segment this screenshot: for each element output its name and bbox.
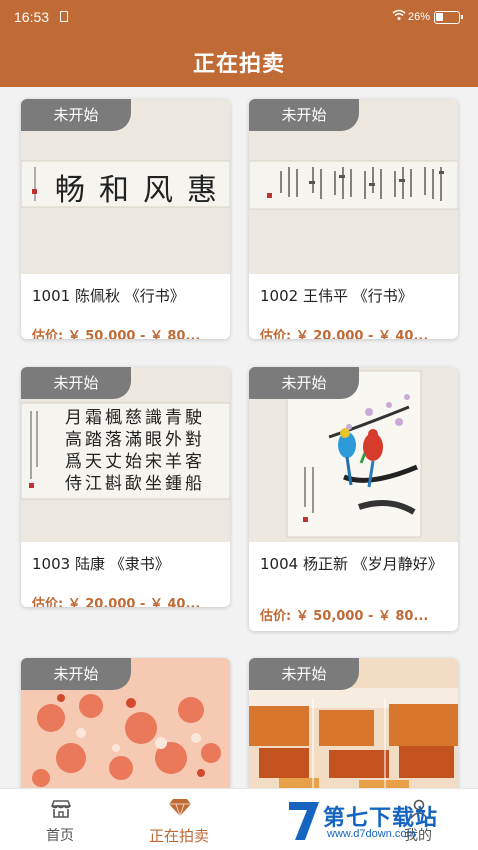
status-badge: 未开始 xyxy=(249,658,359,690)
auction-card[interactable]: 未开始 1002 王伟平 《行书》 估价: ￥ 20,000 - ￥ 40... xyxy=(249,99,458,339)
status-badge: 未开始 xyxy=(21,99,131,131)
watermark-logo-icon xyxy=(289,802,319,840)
auction-card[interactable]: 月霜楓慈識青駛 高踏落滿眼外對 爲天丈始宋羊客 侍江斟歃坐鍾船 未开始 1003… xyxy=(21,367,230,607)
lot-title: 1004 杨正新 《岁月静好》 xyxy=(260,555,443,573)
auction-card[interactable]: 惠风和畅 未开始 1001 陈佩秋 《行书》 估价: ￥ 50,000 - ￥ … xyxy=(21,99,230,339)
lot-estimate: 估价: ￥ 50,000 - ￥ 80... xyxy=(260,609,429,624)
shop-icon xyxy=(50,799,72,819)
status-badge: 未开始 xyxy=(21,658,131,690)
auction-card[interactable]: 未开始 1004 杨正新 《岁月静好》 估价: ￥ 50,000 - ￥ 80.… xyxy=(249,367,458,631)
lot-title: 1003 陆康 《隶书》 xyxy=(32,555,170,573)
status-bar: 16:53 26% xyxy=(0,0,478,36)
status-badge: 未开始 xyxy=(21,367,131,399)
auction-grid: 惠风和畅 未开始 1001 陈佩秋 《行书》 估价: ￥ 50,000 - ￥ … xyxy=(0,87,478,788)
app-header: 16:53 26% 正在拍卖 xyxy=(0,0,478,87)
lot-estimate: 估价: ￥ 20,000 - ￥ 40... xyxy=(32,597,201,607)
auction-card[interactable]: 未开始 xyxy=(21,658,230,788)
battery-icon xyxy=(434,11,463,24)
calligraphy-text: 月霜楓慈識青駛 高踏落滿眼外對 爲天丈始宋羊客 侍江斟歃坐鍾船 xyxy=(65,408,205,494)
lot-title: 1002 王伟平 《行书》 xyxy=(260,287,413,305)
sim-icon xyxy=(60,11,68,22)
status-time: 16:53 xyxy=(14,9,50,25)
page-title: 正在拍卖 xyxy=(192,52,285,77)
battery-level: 26% xyxy=(408,11,431,23)
tab-auction[interactable]: 正在拍卖 xyxy=(119,789,239,850)
tab-label: 正在拍卖 xyxy=(148,827,209,845)
tab-home[interactable]: 首页 xyxy=(0,789,120,850)
lot-title: 1001 陈佩秋 《行书》 xyxy=(32,287,185,305)
lot-estimate: 估价: ￥ 20,000 - ￥ 40... xyxy=(260,329,429,339)
calligraphy-text: 惠风和畅 xyxy=(55,173,230,208)
auction-card[interactable]: 未开始 xyxy=(249,658,458,788)
status-badge: 未开始 xyxy=(249,99,359,131)
watermark-url: www.d7down.com xyxy=(327,828,416,840)
tab-label: 首页 xyxy=(46,828,74,844)
site-watermark: 第七下载站 www.d7down.com xyxy=(283,796,473,846)
status-badge: 未开始 xyxy=(249,367,359,399)
lot-estimate: 估价: ￥ 50,000 - ￥ 80... xyxy=(32,329,201,339)
wifi-icon xyxy=(392,9,406,24)
gem-icon xyxy=(168,797,191,818)
